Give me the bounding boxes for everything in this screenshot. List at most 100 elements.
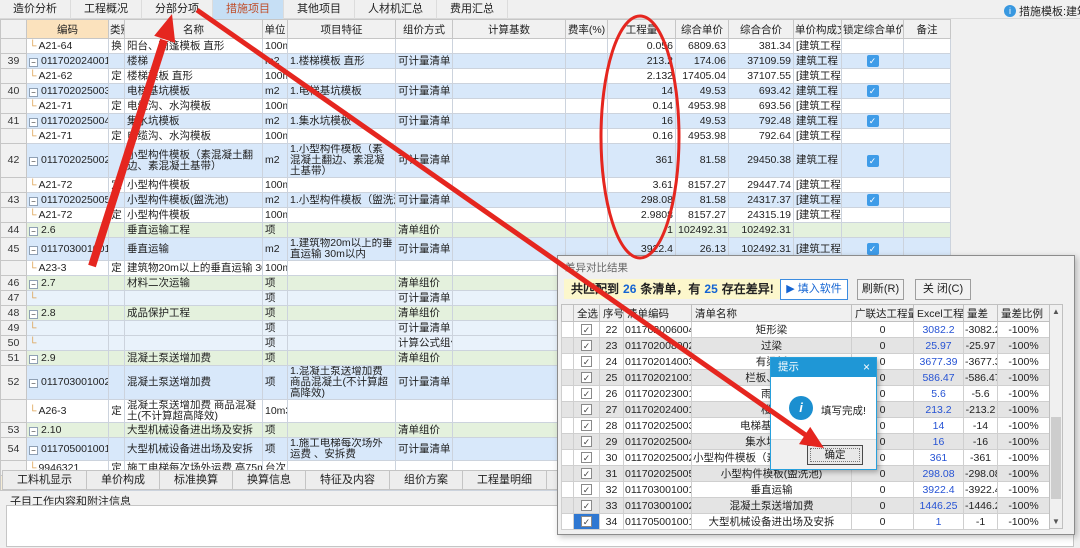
fill-into-software-button[interactable]: ▶ 填入软件 (780, 279, 848, 300)
unit-price[interactable]: 81.58 (676, 144, 729, 178)
collapse-icon[interactable]: − (29, 227, 38, 236)
calc-base[interactable] (453, 438, 566, 461)
project-feature[interactable] (288, 223, 396, 238)
item-name[interactable]: 垂直运输工程 (125, 223, 263, 238)
unit[interactable]: 项 (263, 321, 288, 336)
select-checkbox[interactable]: ✓ (581, 500, 592, 511)
project-feature[interactable] (288, 99, 396, 114)
quantity[interactable]: 14 (608, 84, 676, 99)
item-code[interactable]: └A21-62 (27, 69, 109, 84)
lock-unit-price[interactable]: ✓ (842, 54, 904, 69)
diff-item-code[interactable]: 011703001001 (624, 482, 692, 498)
calc-base[interactable] (453, 261, 566, 276)
project-feature[interactable] (288, 423, 396, 438)
item-name[interactable] (125, 321, 263, 336)
unit[interactable]: 项 (263, 438, 288, 461)
bottom-tab-换算信息[interactable]: 换算信息 (233, 470, 306, 490)
excel-quantity[interactable]: 213.2 (914, 402, 964, 418)
price-composition-file[interactable]: 建筑工程 (794, 84, 842, 99)
diff-row-number[interactable]: 34 (600, 514, 624, 530)
project-feature[interactable] (288, 306, 396, 321)
lock-checkbox-icon[interactable]: ✓ (867, 243, 879, 255)
unit[interactable]: 项 (263, 336, 288, 351)
bottom-tab-工程量明细[interactable]: 工程量明细 (463, 470, 547, 490)
quantity-diff[interactable]: -298.08 (964, 466, 998, 482)
bottom-tab-标准换算[interactable]: 标准换算 (160, 470, 233, 490)
tab-造价分析[interactable]: 造价分析 (0, 0, 71, 19)
lock-unit-price[interactable] (842, 69, 904, 84)
tab-费用汇总[interactable]: 费用汇总 (437, 0, 508, 19)
calc-base[interactable] (453, 144, 566, 178)
collapse-icon[interactable]: − (29, 427, 38, 436)
diff-item-code[interactable]: 011702023001 (624, 386, 692, 402)
diff-item-code[interactable]: 011703001002 (624, 498, 692, 514)
quantity[interactable]: 0.16 (608, 129, 676, 144)
collapse-icon[interactable]: − (29, 446, 38, 455)
row-indicator[interactable] (562, 434, 574, 450)
total-price[interactable]: 37109.59 (729, 54, 794, 69)
refresh-button[interactable]: 刷新(R) (857, 279, 904, 300)
row-number[interactable]: 49 (1, 321, 27, 336)
pricing-method[interactable] (396, 400, 453, 423)
project-feature[interactable]: 1.施工电梯每次场外运费 、安拆费 (288, 438, 396, 461)
select-checkbox[interactable]: ✓ (581, 468, 592, 479)
item-code[interactable]: −2.10 (27, 423, 109, 438)
item-name[interactable]: 小型构件模板 (125, 208, 263, 223)
tab-分部分项[interactable]: 分部分项 (142, 0, 213, 19)
item-code[interactable]: −011703001001 (27, 238, 109, 261)
row-number[interactable]: 52 (1, 366, 27, 400)
calc-base[interactable] (453, 223, 566, 238)
collapse-icon[interactable]: − (29, 58, 38, 67)
category[interactable]: 定 (109, 99, 125, 114)
category[interactable] (109, 193, 125, 208)
project-feature[interactable] (288, 400, 396, 423)
lock-checkbox-icon[interactable]: ✓ (867, 115, 879, 127)
unit[interactable]: 100m2 (263, 178, 288, 193)
quantity-diff[interactable]: -1 (964, 514, 998, 530)
collapse-icon[interactable]: − (29, 355, 38, 364)
diff-ratio[interactable]: -100% (998, 354, 1050, 370)
diff-row[interactable]: ✓33011703001002混凝土泵送增加费01446.25-1446.25-… (562, 498, 1050, 514)
col-header-类别[interactable]: 类别 (109, 20, 125, 39)
lock-checkbox-icon[interactable]: ✓ (867, 194, 879, 206)
item-name[interactable]: 集水坑模板 (125, 114, 263, 129)
diff-col-header-清单编码[interactable]: 清单编码 (624, 305, 692, 322)
calc-base[interactable] (453, 291, 566, 306)
calc-base[interactable] (453, 84, 566, 99)
excel-quantity[interactable]: 3082.2 (914, 322, 964, 338)
pricing-method[interactable] (396, 208, 453, 223)
diff-row[interactable]: ✓23011702008002过梁025.97-25.97-100% (562, 338, 1050, 354)
unit[interactable]: 项 (263, 291, 288, 306)
project-feature[interactable] (288, 336, 396, 351)
diff-row-number[interactable]: 22 (600, 322, 624, 338)
unit[interactable]: m2 (263, 84, 288, 99)
pricing-method[interactable]: 清单组价 (396, 423, 453, 438)
item-name[interactable]: 电缆沟、水沟模板 (125, 129, 263, 144)
category[interactable]: 定 (109, 129, 125, 144)
unit[interactable]: 项 (263, 306, 288, 321)
diff-item-code[interactable]: 011705001001 (624, 514, 692, 530)
tab-工程概况[interactable]: 工程概况 (71, 0, 142, 19)
row-number[interactable]: 43 (1, 193, 27, 208)
row-number[interactable]: 42 (1, 144, 27, 178)
item-name[interactable]: 成品保护工程 (125, 306, 263, 321)
select-checkbox[interactable]: ✓ (581, 340, 592, 351)
rate[interactable] (566, 69, 608, 84)
col-header-名称[interactable]: 名称 (125, 20, 263, 39)
row-indicator[interactable] (562, 482, 574, 498)
diff-col-header-全选[interactable]: 全选 (574, 305, 600, 322)
pricing-method[interactable]: 可计量清单 (396, 84, 453, 99)
item-code[interactable]: └A23-3 (27, 261, 109, 276)
excel-quantity[interactable]: 586.47 (914, 370, 964, 386)
col-header-综合单价[interactable]: 综合单价 (676, 20, 729, 39)
bottom-tab-特征及内容[interactable]: 特征及内容 (306, 470, 390, 490)
excel-quantity[interactable]: 16 (914, 434, 964, 450)
collapse-icon[interactable]: − (29, 310, 38, 319)
pricing-method[interactable]: 清单组价 (396, 306, 453, 321)
pricing-method[interactable]: 清单组价 (396, 351, 453, 366)
item-name[interactable]: 小型构件模板（素混凝土翻边、素混凝土基带） (125, 144, 263, 178)
col-header-综合合价[interactable]: 综合合价 (729, 20, 794, 39)
select-cell[interactable]: ✓ (574, 498, 600, 514)
scroll-down-icon[interactable]: ▼ (1050, 515, 1062, 528)
item-code[interactable]: −2.6 (27, 223, 109, 238)
